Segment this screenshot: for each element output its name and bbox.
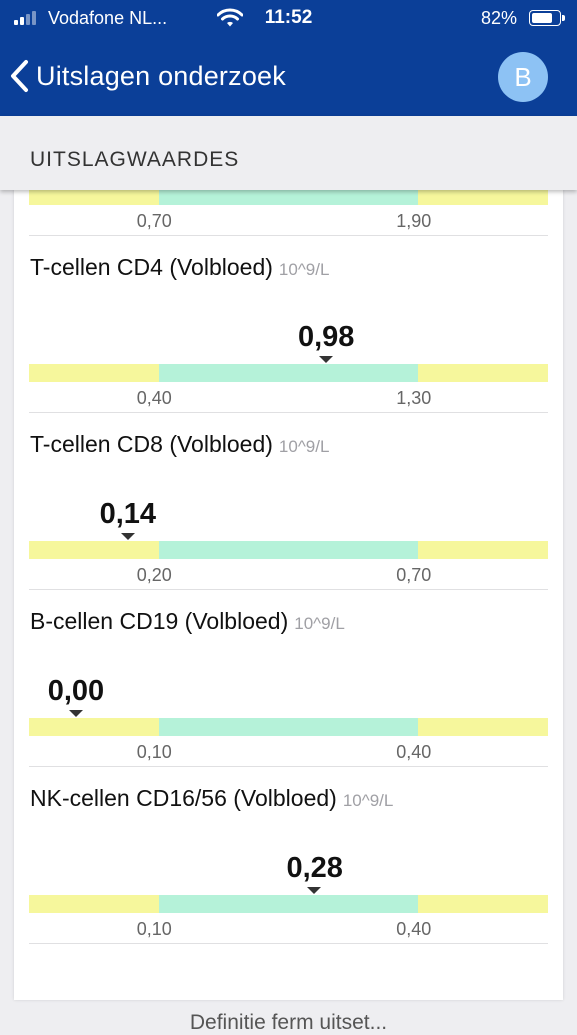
battery-percentage: 82% <box>480 8 517 28</box>
value-pointer-icon <box>68 710 83 717</box>
range-high-label: 0,40 <box>396 742 432 762</box>
result-name: NK-cellen CD16/56 (Volbloed) 10^9/L <box>30 785 393 812</box>
result-name-text: T-cellen CD8 (Volbloed) <box>30 431 273 457</box>
reference-range-bar <box>29 364 548 382</box>
page-title: Uitslagen onderzoek <box>36 60 286 91</box>
result-row[interactable]: B-cellen CD19 (Volbloed) 10^9/L 0,00 0,10 0,… <box>14 590 563 767</box>
range-high-label: 0,40 <box>396 919 432 939</box>
result-value: 0,00 <box>47 675 105 707</box>
reference-range-bar <box>29 895 548 913</box>
result-name: T-cellen CD4 (Volbloed) 10^9/L <box>30 254 329 281</box>
value-pointer-icon <box>120 533 135 540</box>
result-row[interactable]: T-cellen CD4 (Volbloed) 10^9/L 0,98 0,40 1,3… <box>14 236 563 413</box>
definitions-link[interactable]: Definitie ferm uitset... <box>0 1011 577 1035</box>
range-high-label: 1,30 <box>396 388 432 408</box>
result-value: 0,14 <box>99 498 157 530</box>
normal-range-segment <box>158 895 419 913</box>
section-header: UITSLAGWAARDES <box>0 116 577 190</box>
result-row[interactable]: T-cellen CD8 (Volbloed) 10^9/L 0,14 0,20 0,7… <box>14 413 563 590</box>
reference-range-bar <box>29 718 548 736</box>
reference-range-bar <box>29 541 548 559</box>
battery-icon <box>529 10 565 26</box>
range-high-label: 0,70 <box>396 565 432 585</box>
value-pointer-icon <box>318 356 333 363</box>
avatar[interactable]: B <box>498 52 548 102</box>
normal-range-segment <box>158 364 419 382</box>
range-low-label: 0,20 <box>136 565 172 585</box>
result-row[interactable]: NK-cellen CD16/56 (Volbloed) 10^9/L 0,28 0,… <box>14 767 563 944</box>
result-value: 0,28 <box>286 852 343 884</box>
result-name-text: NK-cellen CD16/56 (Volbloed) <box>30 785 337 811</box>
section-title: UITSLAGWAARDES <box>30 148 240 171</box>
value-pointer-icon <box>307 887 322 894</box>
results-card: 1,120,701,90T-cellen CD4 (Volbloed)10^9/… <box>14 150 563 1000</box>
result-unit: 10^9/L <box>278 437 330 456</box>
result-unit: 10^9/L <box>278 260 330 279</box>
result-name-text: T-cellen CD4 (Volbloed) <box>30 254 273 280</box>
range-low-label: 0,70 <box>136 211 172 231</box>
range-low-label: 0,40 <box>136 388 172 408</box>
chevron-left-icon <box>11 60 28 92</box>
normal-range-segment <box>158 718 419 736</box>
range-low-label: 0,10 <box>136 919 172 939</box>
back-button[interactable]: Uitslagen onderzoek <box>8 52 286 100</box>
result-unit: 10^9/L <box>342 791 394 810</box>
range-low-label: 0,10 <box>136 742 172 762</box>
row-divider <box>29 943 548 944</box>
navigation-bar: Uitslagen onderzoek B <box>0 36 577 116</box>
range-high-label: 1,90 <box>396 211 432 231</box>
result-name-text: B-cellen CD19 (Volbloed) <box>30 608 289 634</box>
result-name: T-cellen CD8 (Volbloed) 10^9/L <box>30 431 329 458</box>
result-unit: 10^9/L <box>294 614 345 633</box>
result-value: 0,98 <box>297 321 355 353</box>
result-name: B-cellen CD19 (Volbloed) 10^9/L <box>30 608 345 635</box>
normal-range-segment <box>158 541 419 559</box>
status-bar: Vodafone NL... 11:52 82% <box>0 0 577 36</box>
